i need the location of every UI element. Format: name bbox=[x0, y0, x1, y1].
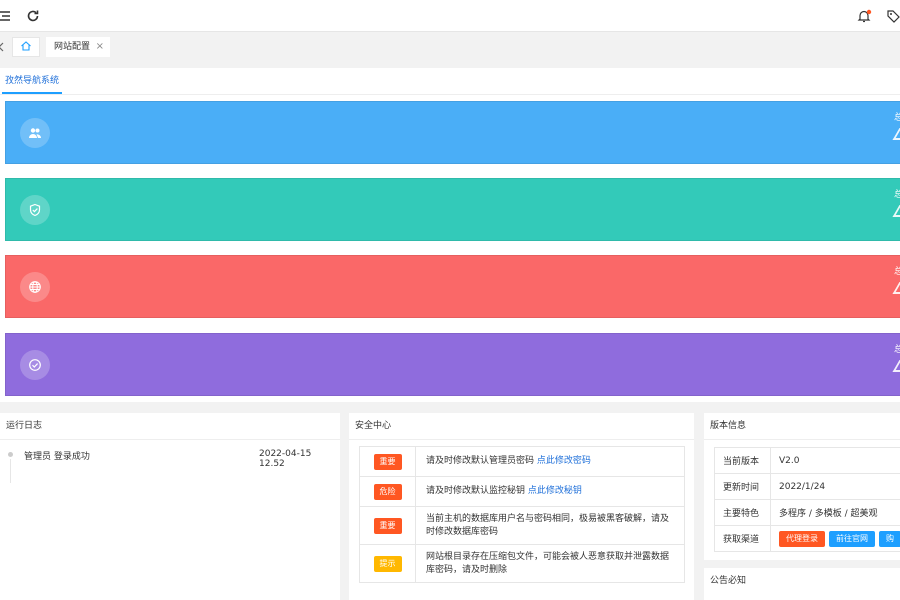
shield-icon bbox=[20, 195, 50, 225]
stat-label: 总 bbox=[894, 345, 900, 355]
check-circle-icon bbox=[20, 350, 50, 380]
table-row: 更新时间 2022/1/24 bbox=[714, 473, 900, 500]
tabs-scroll-left-icon[interactable] bbox=[0, 42, 4, 52]
table-row: 重要 请及时修改默认管理员密码 点此修改密码 bbox=[359, 446, 685, 477]
table-row: 获取渠道 代理登录 前往官网购 bbox=[714, 525, 900, 552]
log-text: 管理员 登录成功 bbox=[24, 452, 90, 462]
table-row: 当前版本 V2.0 bbox=[714, 447, 900, 474]
buy-button[interactable]: 购 bbox=[879, 530, 900, 547]
users-icon bbox=[20, 118, 50, 148]
stat-card-approved[interactable]: 总 bbox=[5, 333, 900, 396]
version-panel: 版本信息 当前版本 V2.0 更新时间 2022/1/24 主要特色 多程序 /… bbox=[704, 413, 900, 560]
row-text: 请及时修改默认监控秘钥 bbox=[426, 486, 526, 496]
row-text: 网站根目录存在压缩包文件，可能会被人恶意获取并泄露数据库密码，请及时删除 bbox=[426, 551, 670, 575]
table-row: 提示 网站根目录存在压缩包文件，可能会被人恶意获取并泄露数据库密码，请及时删除 bbox=[359, 544, 685, 583]
version-key: 主要特色 bbox=[714, 499, 771, 526]
subtab-active[interactable]: 孜然导航系统 bbox=[2, 68, 63, 94]
notice-panel: 公告必知 bbox=[704, 568, 900, 600]
stat-label: 总 bbox=[894, 190, 900, 200]
row-text: 当前主机的数据库用户名与密码相同，极易被黑客破解，请及时修改数据库密码 bbox=[426, 513, 670, 537]
official-site-button[interactable]: 前往官网 bbox=[829, 530, 875, 547]
change-key-link[interactable]: 点此修改秘钥 bbox=[528, 486, 582, 496]
log-time: 2022-04-15 12.52 bbox=[259, 449, 312, 469]
tab-home[interactable] bbox=[12, 37, 40, 57]
row-text: 请及时修改默认管理员密码 bbox=[426, 456, 535, 466]
agent-login-button[interactable]: 代理登录 bbox=[779, 530, 825, 547]
close-icon[interactable]: × bbox=[96, 37, 104, 57]
table-row: 主要特色 多程序 / 多模板 / 超美观 bbox=[714, 499, 900, 526]
version-key: 当前版本 bbox=[714, 447, 771, 474]
table-row: 重要 当前主机的数据库用户名与密码相同，极易被黑客破解，请及时修改数据库密码 bbox=[359, 506, 685, 545]
table-row: 危险 请及时修改默认监控秘钥 点此修改秘钥 bbox=[359, 476, 685, 507]
tab-label: 网站配置 bbox=[54, 42, 91, 52]
globe-icon bbox=[20, 272, 50, 302]
version-value: 多程序 / 多模板 / 超美观 bbox=[770, 499, 900, 526]
log-panel: 运行日志 管理员 登录成功 2022-04-15 12.52 bbox=[0, 413, 340, 600]
status-badge: 重要 bbox=[373, 453, 402, 470]
stat-label: 总 bbox=[894, 267, 900, 277]
tag-icon[interactable] bbox=[885, 8, 900, 24]
panel-title: 运行日志 bbox=[0, 413, 340, 440]
version-value: V2.0 bbox=[770, 447, 900, 474]
page-tabs-bar: 网站配置 × bbox=[0, 32, 900, 62]
stat-card-users[interactable]: 总 bbox=[5, 101, 900, 164]
refresh-icon[interactable] bbox=[25, 8, 41, 24]
menu-icon[interactable] bbox=[0, 8, 12, 24]
tab-site-config[interactable]: 网站配置 × bbox=[46, 37, 110, 57]
subtab-label: 孜然导航系统 bbox=[5, 76, 60, 86]
stat-label: 总 bbox=[894, 113, 900, 123]
panel-title: 公告必知 bbox=[710, 576, 747, 586]
change-password-link[interactable]: 点此修改密码 bbox=[537, 456, 591, 466]
sub-tabs: 孜然导航系统 bbox=[0, 68, 900, 95]
stat-card-security[interactable]: 总 bbox=[5, 178, 900, 241]
version-key: 更新时间 bbox=[714, 473, 771, 500]
home-icon bbox=[20, 40, 32, 55]
status-badge: 提示 bbox=[373, 555, 402, 572]
timeline-dot bbox=[8, 452, 13, 457]
version-value: 2022/1/24 bbox=[770, 473, 900, 500]
bell-icon[interactable] bbox=[856, 8, 872, 24]
status-badge: 危险 bbox=[373, 483, 402, 500]
stat-value-partial bbox=[892, 282, 900, 294]
top-header bbox=[0, 0, 900, 32]
panel-title: 版本信息 bbox=[704, 413, 900, 440]
security-panel: 安全中心 重要 请及时修改默认管理员密码 点此修改密码 危险 请及时修改默认监控… bbox=[349, 413, 694, 600]
panel-title: 安全中心 bbox=[349, 413, 694, 440]
stat-card-sites[interactable]: 总 bbox=[5, 255, 900, 318]
timeline-line bbox=[10, 459, 11, 483]
status-badge: 重要 bbox=[373, 517, 402, 534]
stat-value-partial bbox=[892, 205, 900, 217]
version-key: 获取渠道 bbox=[714, 525, 771, 552]
version-table: 当前版本 V2.0 更新时间 2022/1/24 主要特色 多程序 / 多模板 … bbox=[714, 447, 900, 552]
security-table: 重要 请及时修改默认管理员密码 点此修改密码 危险 请及时修改默认监控秘钥 点此… bbox=[359, 446, 685, 583]
stat-value-partial bbox=[892, 128, 900, 140]
stat-value-partial bbox=[892, 360, 900, 372]
